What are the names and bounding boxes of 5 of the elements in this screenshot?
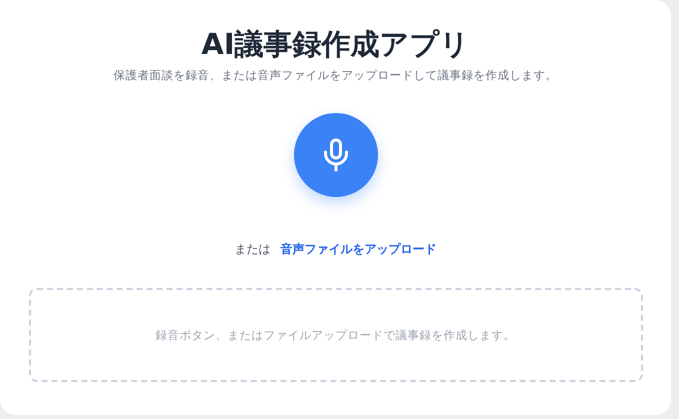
or-label: または <box>234 241 270 258</box>
result-message: 録音ボタン、またはファイルアップロードで議事録を作成します。 <box>156 328 516 342</box>
app-title: AI議事録作成アプリ <box>201 26 470 62</box>
upload-link[interactable]: 音声ファイルをアップロード <box>280 241 436 258</box>
app-subtitle: 保護者面談を録音、または音声ファイルをアップロードして議事録を作成します。 <box>114 68 558 83</box>
